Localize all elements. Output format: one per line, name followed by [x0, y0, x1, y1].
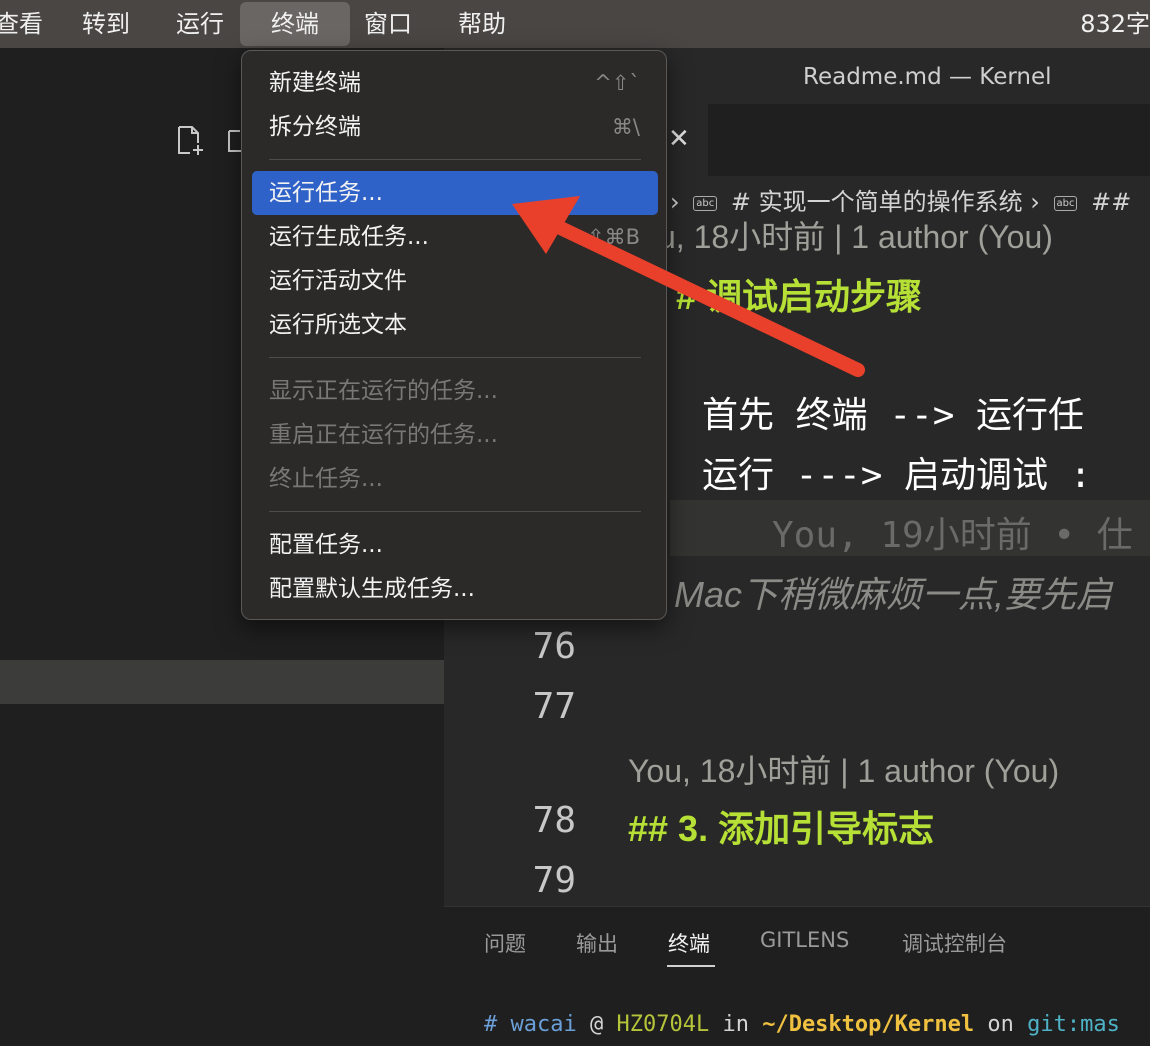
menu-item-shortcut: ⌘\	[611, 115, 640, 139]
prompt-host: HZ0704L	[616, 1012, 710, 1037]
markdown-heading: ## 3. 添加引导标志	[628, 808, 935, 849]
menu-item-label: 运行活动文件	[269, 268, 407, 294]
menu-item-terminate-task: 终止任务...	[252, 457, 658, 501]
menu-item-label: 终止任务...	[269, 466, 383, 492]
terminal-menu: 新建终端 ^⇧` 拆分终端 ⌘\ 运行任务... 运行生成任务... ⇧⌘B 运…	[241, 50, 667, 620]
prompt-at: @	[589, 1012, 604, 1037]
breadcrumb-item[interactable]: ##	[1091, 188, 1131, 216]
prompt-user: wacai	[510, 1012, 577, 1037]
line-number: 76	[532, 626, 576, 667]
code-line: 首先 终端 --> 运行任	[702, 395, 1085, 436]
word-count: 832字	[1080, 10, 1150, 38]
terminal-prompt[interactable]: # wacai @ HZ0704L in ~/Desktop/Kernel on…	[484, 1012, 1120, 1037]
menu-item-run-active-file[interactable]: 运行活动文件	[252, 259, 658, 303]
tab-output[interactable]: 输出	[576, 928, 618, 958]
menu-item-new-terminal[interactable]: 新建终端 ^⇧`	[252, 61, 658, 105]
tab-problems[interactable]: 问题	[484, 928, 526, 958]
string-symbol-icon: abc	[1053, 196, 1078, 211]
menubar-terminal[interactable]: 终端	[240, 2, 350, 46]
menubar-run[interactable]: 运行	[166, 0, 234, 48]
tab-gitlens[interactable]: GITLENS	[760, 928, 849, 952]
menu-item-shortcut: ^⇧`	[594, 71, 640, 95]
active-tab-indicator	[667, 965, 715, 967]
menu-item-label: 运行所选文本	[269, 312, 407, 338]
string-symbol-icon: abc	[693, 196, 718, 211]
new-file-icon[interactable]	[176, 125, 206, 157]
menu-separator	[269, 159, 641, 160]
prompt-path: ~/Desktop/Kernel	[762, 1012, 975, 1037]
menu-item-label: 显示正在运行的任务...	[269, 378, 498, 404]
menu-item-run-build-task[interactable]: 运行生成任务... ⇧⌘B	[252, 215, 658, 259]
menu-item-label: 重启正在运行的任务...	[269, 422, 498, 448]
prompt-git: git:mas	[1027, 1012, 1120, 1037]
menubar-goto[interactable]: 转到	[72, 0, 140, 48]
blame-annotation: u, 18小时前 | 1 author (You)	[658, 219, 1053, 255]
tab-debug-console[interactable]: 调试控制台	[902, 928, 1007, 958]
menubar-window[interactable]: 窗口	[354, 0, 422, 48]
code-line: 运行 ---> 启动调试 :	[702, 455, 1092, 496]
menu-separator	[269, 511, 641, 512]
menubar-help[interactable]: 帮助	[448, 0, 516, 48]
line-number: 78	[532, 800, 576, 841]
close-icon[interactable]: ✕	[668, 124, 690, 154]
line-number: 79	[532, 860, 576, 901]
menubar: 查看 转到 运行 终端 窗口 帮助 832字	[0, 0, 1150, 48]
menu-item-configure-tasks[interactable]: 配置任务...	[252, 523, 658, 567]
markdown-heading: # 调试启动步骤	[676, 276, 923, 317]
menu-item-label: 运行任务...	[269, 180, 383, 206]
menu-item-label: 配置任务...	[269, 532, 383, 558]
menubar-view[interactable]: 查看	[0, 0, 44, 48]
menu-item-run-selected-text[interactable]: 运行所选文本	[252, 303, 658, 347]
menu-separator	[269, 357, 641, 358]
menu-item-configure-default-build-task[interactable]: 配置默认生成任务...	[252, 567, 658, 611]
menu-item-restart-running-task: 重启正在运行的任务...	[252, 413, 658, 457]
line-number: 77	[532, 686, 576, 727]
menu-item-label: 新建终端	[269, 70, 361, 96]
menu-item-shortcut: ⇧⌘B	[586, 225, 640, 249]
menu-item-split-terminal[interactable]: 拆分终端 ⌘\	[252, 105, 658, 149]
prompt-on: on	[987, 1012, 1014, 1037]
tab-terminal[interactable]: 终端	[668, 928, 710, 958]
menu-item-label: 配置默认生成任务...	[269, 576, 475, 602]
prompt-hash: #	[484, 1012, 498, 1037]
explorer-selected-row[interactable]	[0, 660, 444, 704]
menu-item-label: 运行生成任务...	[269, 224, 429, 250]
prompt-in: in	[722, 1012, 749, 1037]
menu-item-show-running-tasks: 显示正在运行的任务...	[252, 369, 658, 413]
code-line: Mac下稍微麻烦一点,要先启	[674, 574, 1113, 615]
menu-item-run-task[interactable]: 运行任务...	[252, 171, 658, 215]
blame-annotation: You, 18小时前 | 1 author (You)	[628, 753, 1060, 789]
window-title: Readme.md — Kernel	[803, 64, 1052, 90]
inline-blame: You, 19小时前 • 仕	[772, 515, 1133, 556]
menu-item-label: 拆分终端	[269, 114, 361, 140]
tab-bar	[708, 104, 1150, 176]
